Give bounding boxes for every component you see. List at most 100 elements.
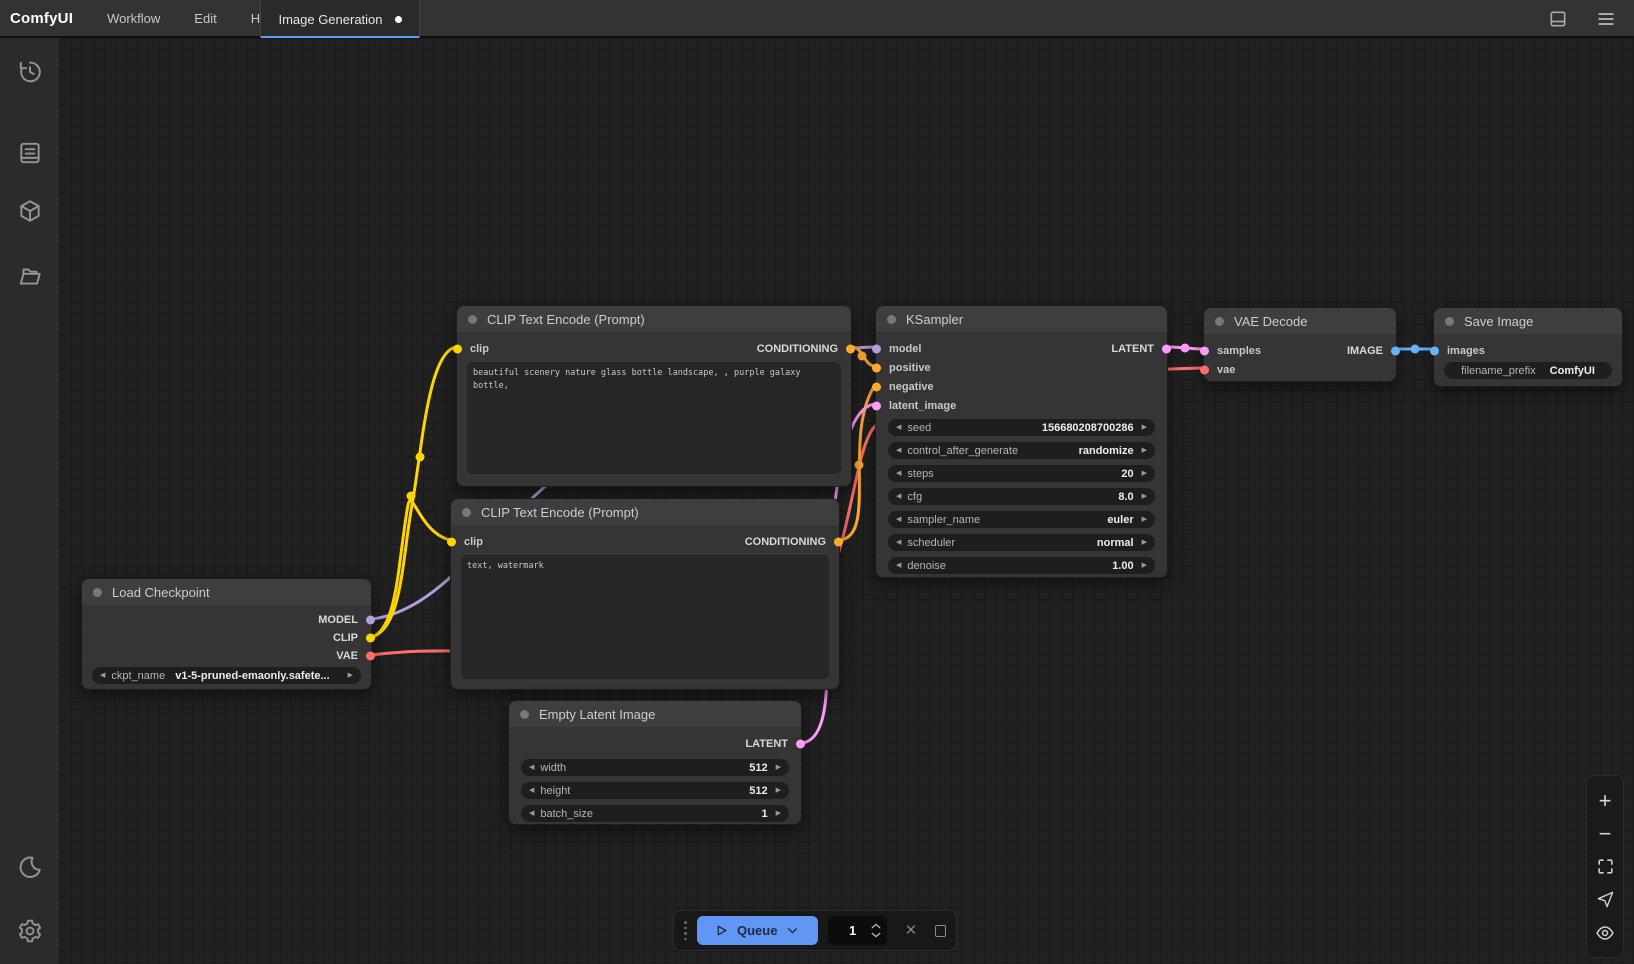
output-port-latent[interactable] bbox=[796, 739, 805, 748]
bottom-panel-icon[interactable] bbox=[1546, 7, 1570, 31]
decrement-arrow-icon[interactable]: ◀ bbox=[100, 672, 105, 679]
node-header[interactable]: CLIP Text Encode (Prompt) bbox=[451, 499, 839, 525]
filename-prefix-widget[interactable]: filename_prefix ComfyUI bbox=[1444, 362, 1612, 379]
decrement-arrow-icon[interactable]: ◀ bbox=[896, 470, 901, 477]
collapse-dot-icon[interactable] bbox=[887, 315, 896, 324]
prompt-textarea[interactable]: text, watermark bbox=[461, 555, 829, 679]
node-empty-latent-image[interactable]: Empty Latent Image LATENT ◀ width 512 ▶ … bbox=[508, 700, 802, 825]
batch-size-widget[interactable]: ◀ batch_size 1 ▶ bbox=[521, 805, 789, 822]
fit-view-icon[interactable] bbox=[1593, 855, 1617, 879]
decrement-icon[interactable] bbox=[871, 932, 881, 938]
node-load-checkpoint[interactable]: Load Checkpoint MODEL CLIP VAE ◀ ckpt_na… bbox=[81, 578, 372, 690]
queue-button[interactable]: Queue bbox=[697, 916, 818, 945]
graph-canvas[interactable] bbox=[60, 38, 1634, 964]
output-port-clip[interactable] bbox=[366, 634, 375, 643]
stop-icon[interactable] bbox=[935, 925, 946, 937]
increment-arrow-icon[interactable]: ▶ bbox=[1142, 470, 1147, 477]
decrement-arrow-icon[interactable]: ◀ bbox=[896, 424, 901, 431]
model-library-icon[interactable] bbox=[17, 198, 43, 224]
decrement-arrow-icon[interactable]: ◀ bbox=[896, 447, 901, 454]
theme-toggle-moon-icon[interactable] bbox=[17, 854, 43, 880]
node-header[interactable]: CLIP Text Encode (Prompt) bbox=[457, 306, 851, 332]
node-header[interactable]: Empty Latent Image bbox=[509, 701, 801, 727]
input-port-clip[interactable] bbox=[453, 344, 462, 353]
output-port-vae[interactable] bbox=[366, 652, 375, 661]
workflows-folder-icon[interactable] bbox=[17, 263, 43, 289]
collapse-dot-icon[interactable] bbox=[1445, 317, 1454, 326]
increment-arrow-icon[interactable]: ▶ bbox=[776, 787, 781, 794]
control-after-generate-widget[interactable]: ◀ control_after_generate randomize ▶ bbox=[888, 442, 1155, 459]
input-port-negative[interactable] bbox=[872, 382, 881, 391]
input-port-positive[interactable] bbox=[872, 363, 881, 372]
decrement-arrow-icon[interactable]: ◀ bbox=[529, 810, 534, 817]
increment-icon[interactable] bbox=[871, 923, 881, 929]
collapse-dot-icon[interactable] bbox=[93, 588, 102, 597]
decrement-arrow-icon[interactable]: ◀ bbox=[896, 562, 901, 569]
decrement-arrow-icon[interactable]: ◀ bbox=[896, 516, 901, 523]
node-clip-text-encode-positive[interactable]: CLIP Text Encode (Prompt) clip CONDITION… bbox=[456, 305, 852, 487]
node-header[interactable]: VAE Decode bbox=[1204, 308, 1396, 334]
increment-arrow-icon[interactable]: ▶ bbox=[1142, 447, 1147, 454]
clear-queue-icon[interactable]: × bbox=[905, 921, 916, 940]
node-ksampler[interactable]: KSampler model LATENT positive negative … bbox=[875, 305, 1168, 578]
input-port-samples[interactable] bbox=[1200, 346, 1209, 355]
drag-handle-icon[interactable] bbox=[684, 921, 687, 940]
input-port-model[interactable] bbox=[872, 344, 881, 353]
denoise-widget[interactable]: ◀ denoise 1.00 ▶ bbox=[888, 557, 1155, 574]
workflow-tab[interactable]: Image Generation bbox=[260, 0, 420, 38]
input-port-images[interactable] bbox=[1430, 346, 1439, 355]
zoom-in-icon[interactable]: + bbox=[1593, 789, 1617, 813]
batch-count-value[interactable]: 1 bbox=[834, 923, 871, 938]
increment-arrow-icon[interactable]: ▶ bbox=[1142, 562, 1147, 569]
collapse-dot-icon[interactable] bbox=[468, 315, 477, 324]
input-port-clip[interactable] bbox=[447, 537, 456, 546]
increment-arrow-icon[interactable]: ▶ bbox=[1142, 424, 1147, 431]
output-port-model[interactable] bbox=[366, 616, 375, 625]
batch-count-input[interactable]: 1 bbox=[828, 916, 887, 945]
decrement-arrow-icon[interactable]: ◀ bbox=[896, 539, 901, 546]
ckpt-name-widget[interactable]: ◀ ckpt_name v1-5-pruned-emaonly.safete..… bbox=[92, 667, 361, 684]
settings-gear-icon[interactable] bbox=[17, 918, 43, 944]
node-header[interactable]: Save Image bbox=[1434, 308, 1622, 334]
input-port-latent-image[interactable] bbox=[872, 401, 881, 410]
output-port-latent[interactable] bbox=[1162, 344, 1171, 353]
output-port-conditioning[interactable] bbox=[846, 344, 855, 353]
increment-arrow-icon[interactable]: ▶ bbox=[348, 672, 353, 679]
collapse-dot-icon[interactable] bbox=[520, 710, 529, 719]
decrement-arrow-icon[interactable]: ◀ bbox=[529, 787, 534, 794]
cfg-widget[interactable]: ◀ cfg 8.0 ▶ bbox=[888, 488, 1155, 505]
increment-arrow-icon[interactable]: ▶ bbox=[776, 810, 781, 817]
seed-widget[interactable]: ◀ seed 156680208700286 ▶ bbox=[888, 419, 1155, 436]
node-header[interactable]: Load Checkpoint bbox=[82, 579, 371, 605]
decrement-arrow-icon[interactable]: ◀ bbox=[529, 764, 534, 771]
zoom-out-icon[interactable]: − bbox=[1593, 822, 1617, 846]
node-clip-text-encode-negative[interactable]: CLIP Text Encode (Prompt) clip CONDITION… bbox=[450, 498, 840, 690]
history-icon[interactable] bbox=[17, 59, 43, 85]
toggle-visibility-eye-icon[interactable] bbox=[1593, 921, 1617, 945]
scheduler-widget[interactable]: ◀ scheduler normal ▶ bbox=[888, 534, 1155, 551]
output-port-conditioning[interactable] bbox=[834, 537, 843, 546]
increment-arrow-icon[interactable]: ▶ bbox=[1142, 539, 1147, 546]
port-row: positive bbox=[876, 358, 1167, 377]
increment-arrow-icon[interactable]: ▶ bbox=[1142, 516, 1147, 523]
output-port-image[interactable] bbox=[1391, 346, 1400, 355]
increment-arrow-icon[interactable]: ▶ bbox=[776, 764, 781, 771]
node-vae-decode[interactable]: VAE Decode samples IMAGE vae bbox=[1203, 307, 1397, 382]
decrement-arrow-icon[interactable]: ◀ bbox=[896, 493, 901, 500]
menu-edit[interactable]: Edit bbox=[194, 11, 216, 26]
node-save-image[interactable]: Save Image images filename_prefix ComfyU… bbox=[1433, 307, 1623, 387]
width-widget[interactable]: ◀ width 512 ▶ bbox=[521, 759, 789, 776]
collapse-dot-icon[interactable] bbox=[462, 508, 471, 517]
steps-widget[interactable]: ◀ steps 20 ▶ bbox=[888, 465, 1155, 482]
menu-icon[interactable] bbox=[1594, 7, 1618, 31]
collapse-dot-icon[interactable] bbox=[1215, 317, 1224, 326]
prompt-textarea[interactable]: beautiful scenery nature glass bottle la… bbox=[467, 362, 841, 474]
menu-workflow[interactable]: Workflow bbox=[107, 11, 160, 26]
height-widget[interactable]: ◀ height 512 ▶ bbox=[521, 782, 789, 799]
node-header[interactable]: KSampler bbox=[876, 306, 1167, 332]
sampler-name-widget[interactable]: ◀ sampler_name euler ▶ bbox=[888, 511, 1155, 528]
input-port-vae[interactable] bbox=[1200, 365, 1209, 374]
node-library-icon[interactable] bbox=[17, 140, 43, 166]
select-mode-arrow-icon[interactable] bbox=[1593, 888, 1617, 912]
increment-arrow-icon[interactable]: ▶ bbox=[1142, 493, 1147, 500]
